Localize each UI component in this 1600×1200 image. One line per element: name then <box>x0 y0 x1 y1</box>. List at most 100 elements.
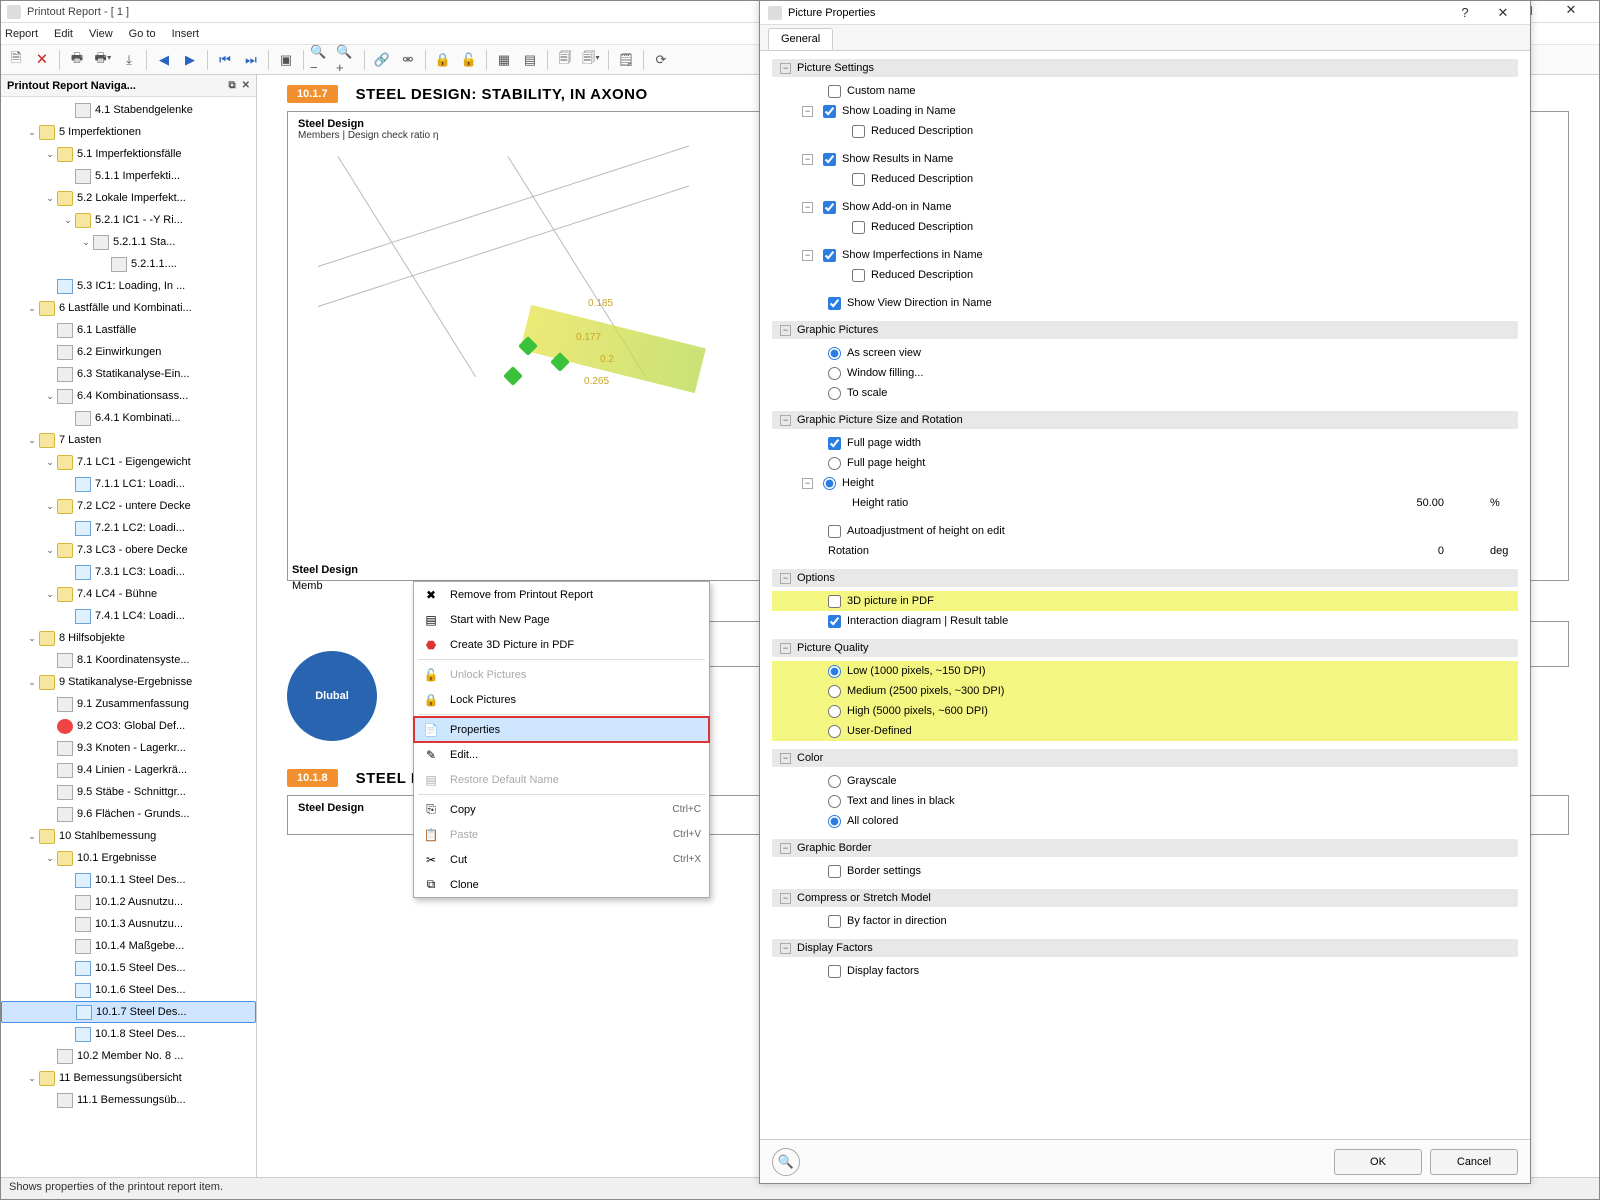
tb-first-icon[interactable]: ⏮ <box>214 49 236 71</box>
group-compress[interactable]: −Compress or Stretch Model <box>772 889 1518 907</box>
rad-window-fill[interactable] <box>828 367 841 380</box>
rad-to-scale[interactable] <box>828 387 841 400</box>
tree-item[interactable]: ⌄5.2.1.1 Sta... <box>1 231 256 253</box>
chk-show-addon[interactable] <box>823 201 836 214</box>
context-menu-item[interactable]: ✂CutCtrl+X <box>414 847 709 872</box>
dialog-body[interactable]: −Picture Settings Custom name −Show Load… <box>760 53 1530 1137</box>
tree-item[interactable]: ⌄11 Bemessungsübersicht <box>1 1067 256 1089</box>
tree-item[interactable]: ⌄5.2 Lokale Imperfekt... <box>1 187 256 209</box>
menu-report[interactable]: Report <box>5 28 38 40</box>
tb-last-icon[interactable]: ⏭ <box>240 49 262 71</box>
rad-allcolor[interactable] <box>828 815 841 828</box>
tb-props-icon[interactable]: 🗒 <box>615 49 637 71</box>
tree-item[interactable]: 9.4 Linien - Lagerkrä... <box>1 759 256 781</box>
chk-show-imperf[interactable] <box>823 249 836 262</box>
tree-item[interactable]: 9.6 Flächen - Grunds... <box>1 803 256 825</box>
navigator-float-icon[interactable]: ⧉ <box>228 80 235 91</box>
group-border[interactable]: −Graphic Border <box>772 839 1518 857</box>
chk-custom-name[interactable] <box>828 85 841 98</box>
tree-item[interactable]: ⌄9 Statikanalyse-Ergebnisse <box>1 671 256 693</box>
tree-item[interactable]: ⌄10 Stahlbemessung <box>1 825 256 847</box>
chk-show-view[interactable] <box>828 297 841 310</box>
tree-item[interactable]: 6.4.1 Kombinati... <box>1 407 256 429</box>
tb-select-icon[interactable]: ▦ <box>493 49 515 71</box>
chk-3d-pdf[interactable] <box>828 595 841 608</box>
tree-item[interactable]: ⌄8 Hilfsobjekte <box>1 627 256 649</box>
tree-item[interactable]: 4.1 Stabendgelenke <box>1 99 256 121</box>
navigator-tree[interactable]: 4.1 Stabendgelenke⌄5 Imperfektionen⌄5.1 … <box>1 97 256 1177</box>
tree-item[interactable]: 10.1.4 Maßgebe... <box>1 935 256 957</box>
chk-reduced-2[interactable] <box>852 173 865 186</box>
chk-factor[interactable] <box>828 915 841 928</box>
tb-delete-icon[interactable]: 🗙 <box>31 49 53 71</box>
chk-interaction[interactable] <box>828 615 841 628</box>
dialog-close-button[interactable]: ✕ <box>1484 5 1522 21</box>
group-quality[interactable]: −Picture Quality <box>772 639 1518 657</box>
rad-full-height[interactable] <box>828 457 841 470</box>
tree-item[interactable]: ⌄7 Lasten <box>1 429 256 451</box>
tree-item[interactable]: 6.3 Statikanalyse-Ein... <box>1 363 256 385</box>
tree-item[interactable]: 10.1.7 Steel Des... <box>1 1001 256 1023</box>
tb-refresh-icon[interactable]: ⟳ <box>650 49 672 71</box>
tree-item[interactable]: 10.1.6 Steel Des... <box>1 979 256 1001</box>
tab-general[interactable]: General <box>768 28 833 50</box>
tree-item[interactable]: 7.1.1 LC1: Loadi... <box>1 473 256 495</box>
chk-reduced-3[interactable] <box>852 221 865 234</box>
tb-link-icon[interactable]: 🔗 <box>371 49 393 71</box>
cancel-button[interactable]: Cancel <box>1430 1149 1518 1175</box>
tb-next-icon[interactable]: ▶ <box>179 49 201 71</box>
menu-goto[interactable]: Go to <box>129 28 156 40</box>
group-color[interactable]: −Color <box>772 749 1518 767</box>
tb-zoomin-icon[interactable]: 🔍+ <box>336 49 358 71</box>
tb-printmenu-icon[interactable]: 🖶▾ <box>92 49 114 71</box>
chk-full-width[interactable] <box>828 437 841 450</box>
tree-item[interactable]: 9.1 Zusammenfassung <box>1 693 256 715</box>
context-menu-item[interactable]: ✖Remove from Printout Report <box>414 582 709 607</box>
tree-item[interactable]: ⌄7.3 LC3 - obere Decke <box>1 539 256 561</box>
group-options[interactable]: −Options <box>772 569 1518 587</box>
tree-item[interactable]: 5.3 IC1: Loading, In ... <box>1 275 256 297</box>
tb-new-icon[interactable]: 🗎 <box>5 49 27 71</box>
tree-item[interactable]: 7.2.1 LC2: Loadi... <box>1 517 256 539</box>
tree-item[interactable]: 9.5 Stäbe - Schnittgr... <box>1 781 256 803</box>
chk-autoadjust[interactable] <box>828 525 841 538</box>
tree-item[interactable]: ⌄6.4 Kombinationsass... <box>1 385 256 407</box>
tree-item[interactable]: 7.3.1 LC3: Loadi... <box>1 561 256 583</box>
tree-item[interactable]: ⌄7.4 LC4 - Bühne <box>1 583 256 605</box>
tree-item[interactable]: ⌄5 Imperfektionen <box>1 121 256 143</box>
tree-item[interactable]: ⌄10.1 Ergebnisse <box>1 847 256 869</box>
tree-item[interactable]: 7.4.1 LC4: Loadi... <box>1 605 256 627</box>
context-menu-item[interactable]: ⬣Create 3D Picture in PDF <box>414 632 709 657</box>
tree-item[interactable]: ⌄5.1 Imperfektionsfälle <box>1 143 256 165</box>
tb-export-icon[interactable]: ⤓ <box>118 49 140 71</box>
tb-pagemenu-icon[interactable]: 🗐▾ <box>580 49 602 71</box>
context-menu-item[interactable]: 🔒Lock Pictures <box>414 687 709 712</box>
menu-view[interactable]: View <box>89 28 113 40</box>
tb-filter-icon[interactable]: ▤ <box>519 49 541 71</box>
navigator-close-icon[interactable]: ✕ <box>242 80 250 91</box>
tb-page-icon[interactable]: 🗐 <box>554 49 576 71</box>
rad-bw[interactable] <box>828 795 841 808</box>
ok-button[interactable]: OK <box>1334 1149 1422 1175</box>
chk-show-loading[interactable] <box>823 105 836 118</box>
tree-item[interactable]: 6.1 Lastfälle <box>1 319 256 341</box>
chk-border[interactable] <box>828 865 841 878</box>
chk-show-results[interactable] <box>823 153 836 166</box>
chk-reduced-4[interactable] <box>852 269 865 282</box>
tb-collapse-icon[interactable]: ▣ <box>275 49 297 71</box>
rad-quality-med[interactable] <box>828 685 841 698</box>
help-icon[interactable]: 🔍 <box>772 1148 800 1176</box>
tree-item[interactable]: 10.1.3 Ausnutzu... <box>1 913 256 935</box>
tree-item[interactable]: 10.1.8 Steel Des... <box>1 1023 256 1045</box>
rad-quality-user[interactable] <box>828 725 841 738</box>
rad-grayscale[interactable] <box>828 775 841 788</box>
context-menu-item[interactable]: 📄Properties <box>414 717 709 742</box>
context-menu-item[interactable]: ▤Start with New Page <box>414 607 709 632</box>
tb-print-icon[interactable]: 🖶 <box>66 49 88 71</box>
group-display-factors[interactable]: −Display Factors <box>772 939 1518 957</box>
tree-item[interactable]: 5.1.1 Imperfekti... <box>1 165 256 187</box>
rad-quality-low[interactable] <box>828 665 841 678</box>
context-menu-item[interactable]: ✎Edit... <box>414 742 709 767</box>
group-size-rotation[interactable]: −Graphic Picture Size and Rotation <box>772 411 1518 429</box>
tree-item[interactable]: 10.2 Member No. 8 ... <box>1 1045 256 1067</box>
